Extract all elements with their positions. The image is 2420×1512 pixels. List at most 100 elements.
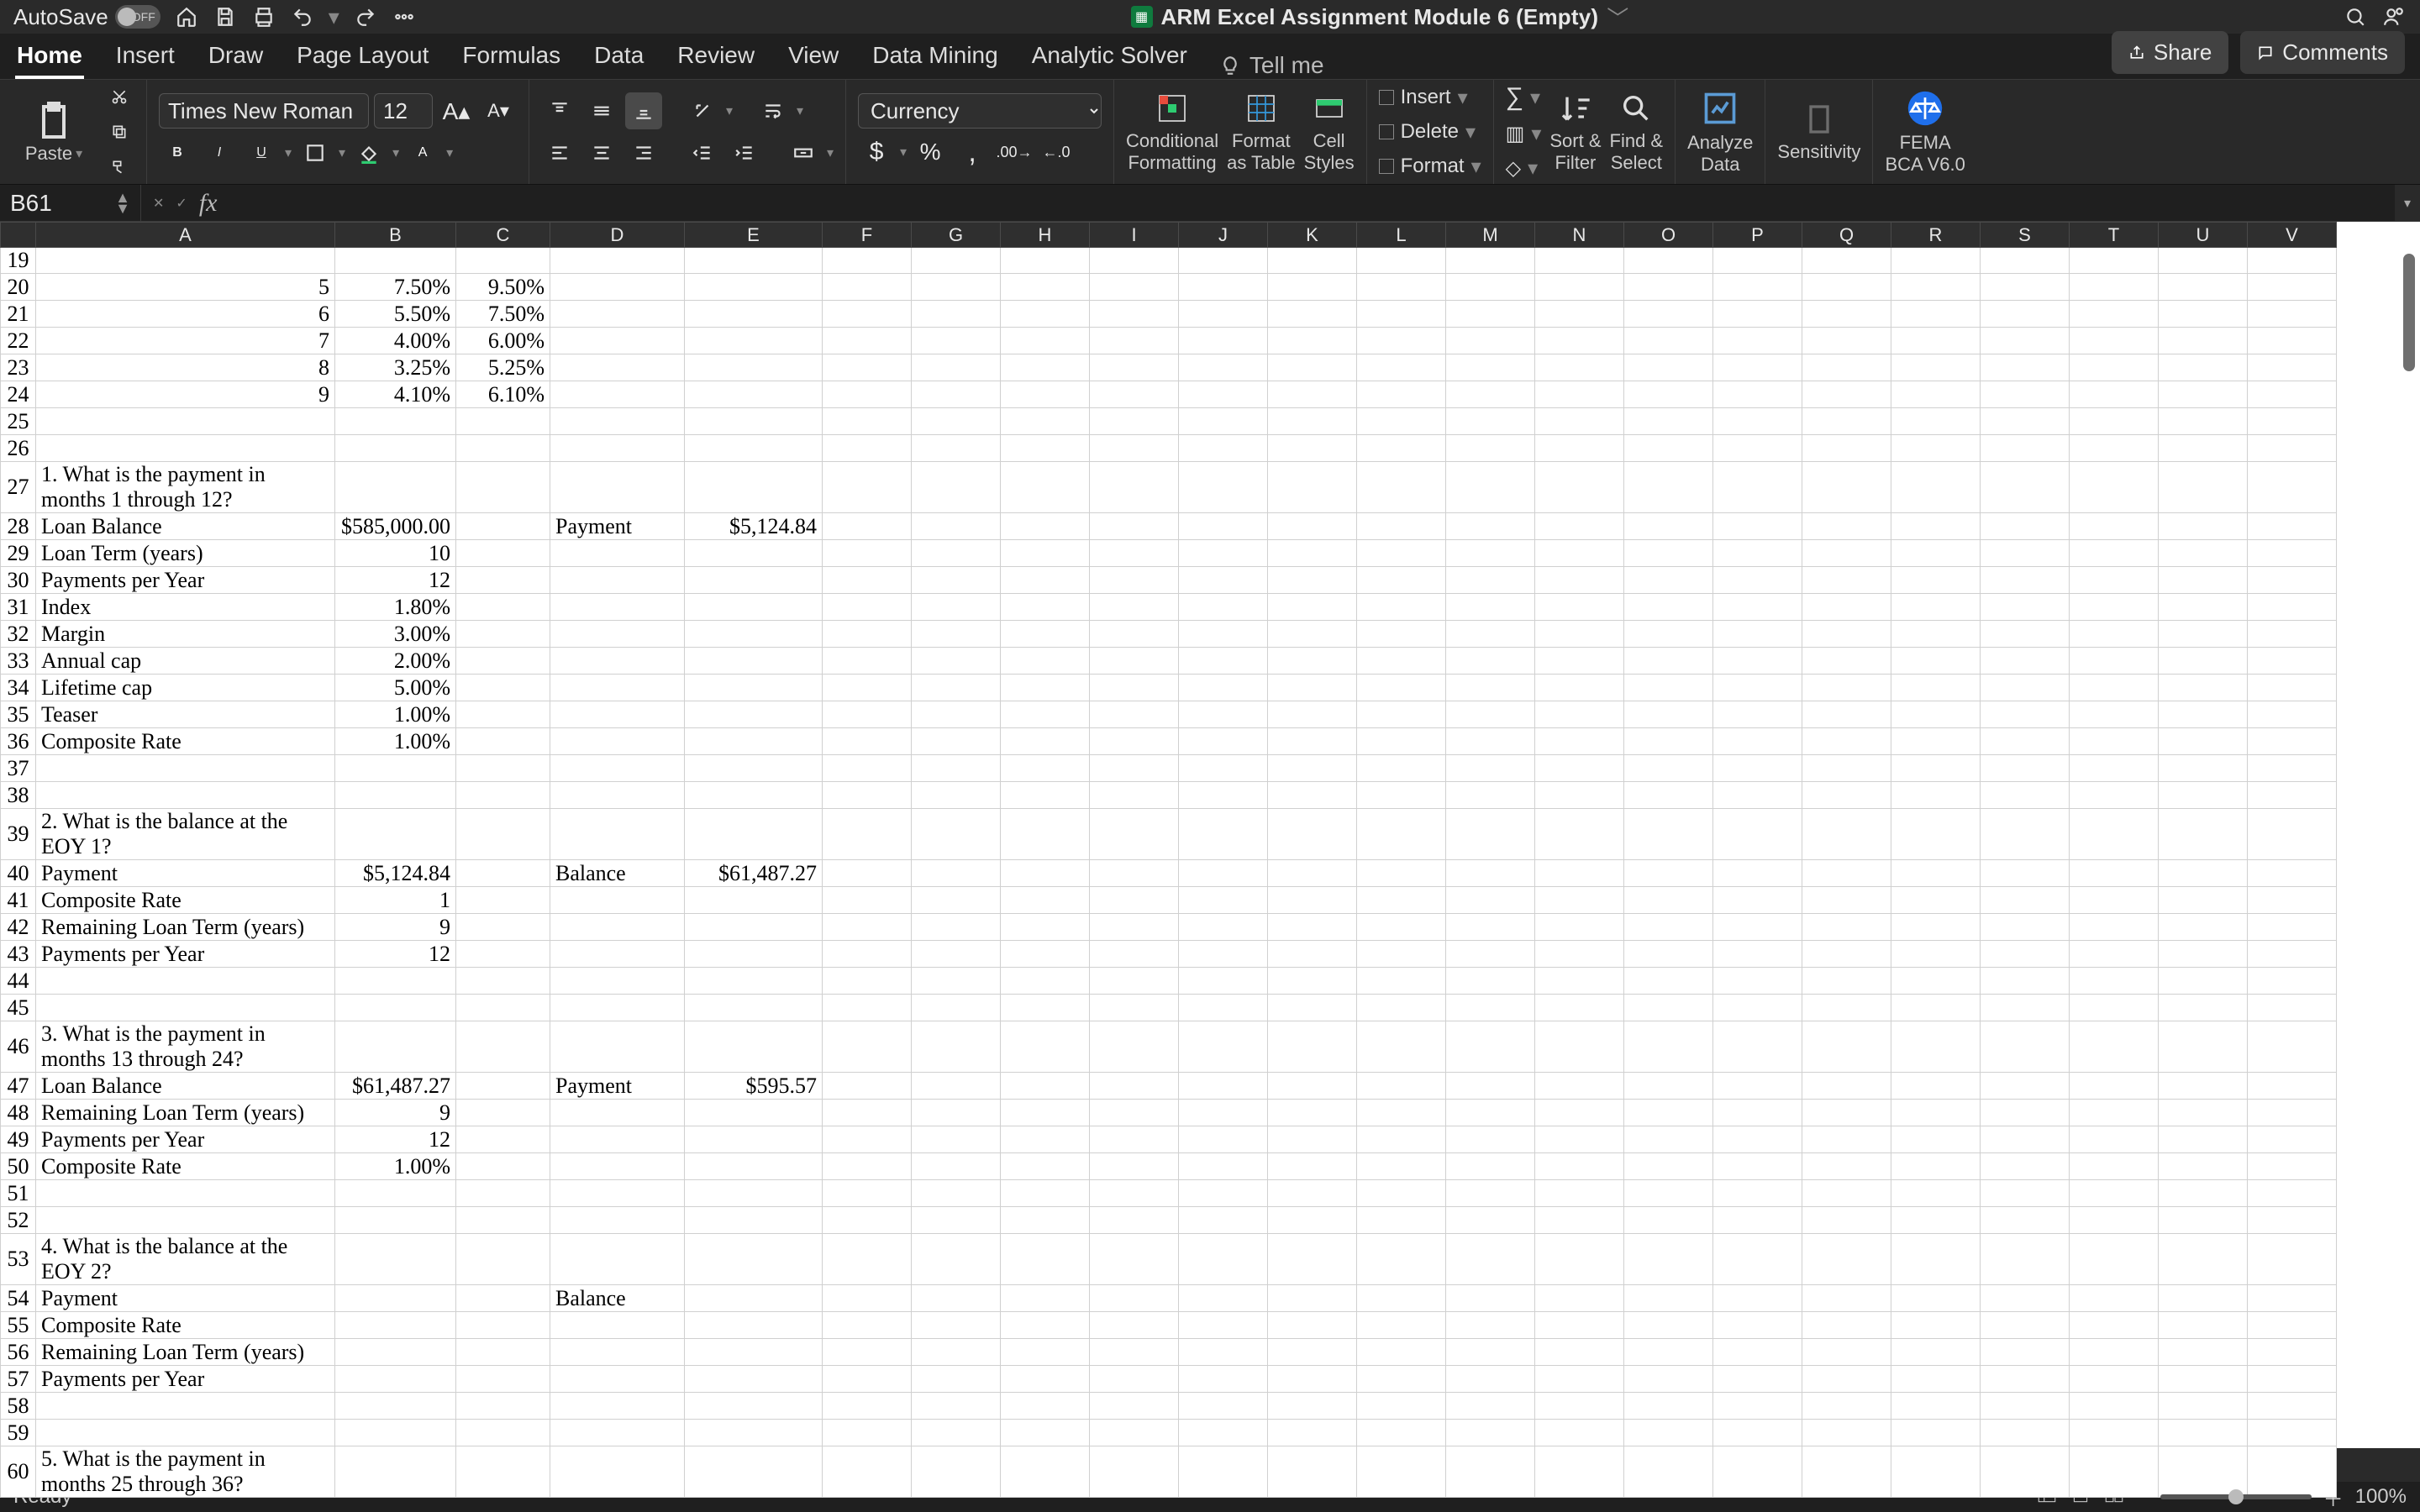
cell[interactable] xyxy=(823,995,912,1021)
cell[interactable] xyxy=(1802,941,1891,968)
cell[interactable] xyxy=(1981,621,2070,648)
cell[interactable] xyxy=(1981,1285,2070,1312)
cell[interactable] xyxy=(1624,1420,1713,1446)
conditional-formatting-button[interactable]: Conditional Formatting xyxy=(1126,92,1218,171)
cell[interactable] xyxy=(2159,301,2248,328)
cell[interactable] xyxy=(2159,887,2248,914)
cell[interactable] xyxy=(1981,1180,2070,1207)
cell[interactable] xyxy=(1357,860,1446,887)
cell[interactable] xyxy=(1268,860,1357,887)
cell[interactable] xyxy=(1268,1446,1357,1498)
cell[interactable] xyxy=(1802,1100,1891,1126)
cell[interactable] xyxy=(2159,995,2248,1021)
cell[interactable] xyxy=(1179,1312,1268,1339)
cell[interactable] xyxy=(1802,274,1891,301)
cell[interactable] xyxy=(1090,328,1179,354)
cell[interactable] xyxy=(685,381,823,408)
cell[interactable] xyxy=(1001,1021,1090,1073)
cell[interactable]: 4. What is the balance at the EOY 2? xyxy=(36,1234,335,1285)
cell[interactable] xyxy=(2248,462,2337,513)
column-header-K[interactable]: K xyxy=(1268,223,1357,248)
cell[interactable] xyxy=(1624,782,1713,809)
cell[interactable] xyxy=(823,462,912,513)
cell[interactable]: Composite Rate xyxy=(36,1312,335,1339)
cell[interactable]: 7 xyxy=(36,328,335,354)
cell[interactable] xyxy=(1268,1312,1357,1339)
cell[interactable] xyxy=(1446,621,1535,648)
cell[interactable] xyxy=(1446,1153,1535,1180)
cell[interactable] xyxy=(2248,675,2337,701)
cell[interactable] xyxy=(36,408,335,435)
cell[interactable] xyxy=(1624,728,1713,755)
cell[interactable] xyxy=(2070,301,2159,328)
cell[interactable] xyxy=(912,408,1001,435)
font-size-combo[interactable] xyxy=(374,93,433,129)
cell[interactable]: 9 xyxy=(36,381,335,408)
share-people-icon[interactable] xyxy=(2381,4,2407,29)
cell[interactable] xyxy=(1001,1100,1090,1126)
cell[interactable] xyxy=(2159,462,2248,513)
cell[interactable] xyxy=(36,1180,335,1207)
comments-button[interactable]: Comments xyxy=(2240,31,2405,74)
cell[interactable]: Payments per Year xyxy=(36,1366,335,1393)
cell[interactable] xyxy=(1535,675,1624,701)
cell[interactable] xyxy=(912,914,1001,941)
cell[interactable] xyxy=(1713,408,1802,435)
row-header[interactable]: 25 xyxy=(1,408,36,435)
cell[interactable] xyxy=(912,328,1001,354)
cell[interactable] xyxy=(1268,248,1357,274)
cell[interactable] xyxy=(1446,248,1535,274)
row-header[interactable]: 32 xyxy=(1,621,36,648)
cell[interactable] xyxy=(2070,328,2159,354)
cell[interactable] xyxy=(1357,1207,1446,1234)
cell[interactable] xyxy=(2248,755,2337,782)
cell[interactable] xyxy=(335,1180,456,1207)
cell[interactable] xyxy=(335,435,456,462)
cell[interactable] xyxy=(1357,914,1446,941)
cell[interactable] xyxy=(685,914,823,941)
cell[interactable] xyxy=(456,540,550,567)
cell[interactable] xyxy=(823,621,912,648)
cell[interactable] xyxy=(1624,968,1713,995)
cell[interactable] xyxy=(2159,621,2248,648)
cell[interactable] xyxy=(2248,1285,2337,1312)
cell[interactable] xyxy=(1713,248,1802,274)
cell[interactable] xyxy=(1713,1126,1802,1153)
cell[interactable] xyxy=(1179,567,1268,594)
cell[interactable] xyxy=(1001,648,1090,675)
row-header[interactable]: 57 xyxy=(1,1366,36,1393)
cell[interactable] xyxy=(2248,941,2337,968)
cell[interactable] xyxy=(2070,248,2159,274)
cell[interactable] xyxy=(335,995,456,1021)
cell[interactable] xyxy=(2159,1073,2248,1100)
cell[interactable] xyxy=(1535,381,1624,408)
bold-button[interactable]: B xyxy=(159,134,196,171)
increase-decimal-icon[interactable]: .00→ xyxy=(996,134,1033,171)
cell[interactable] xyxy=(1179,941,1268,968)
cell[interactable] xyxy=(1179,1234,1268,1285)
cell[interactable]: 7.50% xyxy=(456,301,550,328)
cell[interactable] xyxy=(1981,1234,2070,1285)
cell[interactable] xyxy=(550,462,685,513)
cell[interactable] xyxy=(456,995,550,1021)
row-header[interactable]: 37 xyxy=(1,755,36,782)
cell[interactable] xyxy=(685,1285,823,1312)
cell[interactable] xyxy=(2159,594,2248,621)
cell-styles-button[interactable]: Cell Styles xyxy=(1304,92,1355,171)
cell[interactable] xyxy=(2070,914,2159,941)
cell[interactable] xyxy=(2159,274,2248,301)
cell[interactable] xyxy=(1179,675,1268,701)
column-header-E[interactable]: E xyxy=(685,223,823,248)
cell[interactable] xyxy=(1981,274,2070,301)
cell[interactable] xyxy=(1535,887,1624,914)
cell[interactable] xyxy=(1624,995,1713,1021)
cell[interactable] xyxy=(1179,354,1268,381)
cell[interactable] xyxy=(1268,381,1357,408)
cell[interactable] xyxy=(2159,540,2248,567)
cell[interactable] xyxy=(1891,968,1981,995)
cell[interactable] xyxy=(2159,1126,2248,1153)
cell[interactable] xyxy=(1891,462,1981,513)
cell[interactable] xyxy=(1446,381,1535,408)
format-menu[interactable]: Format ▾ xyxy=(1379,155,1481,179)
cell[interactable] xyxy=(1357,594,1446,621)
